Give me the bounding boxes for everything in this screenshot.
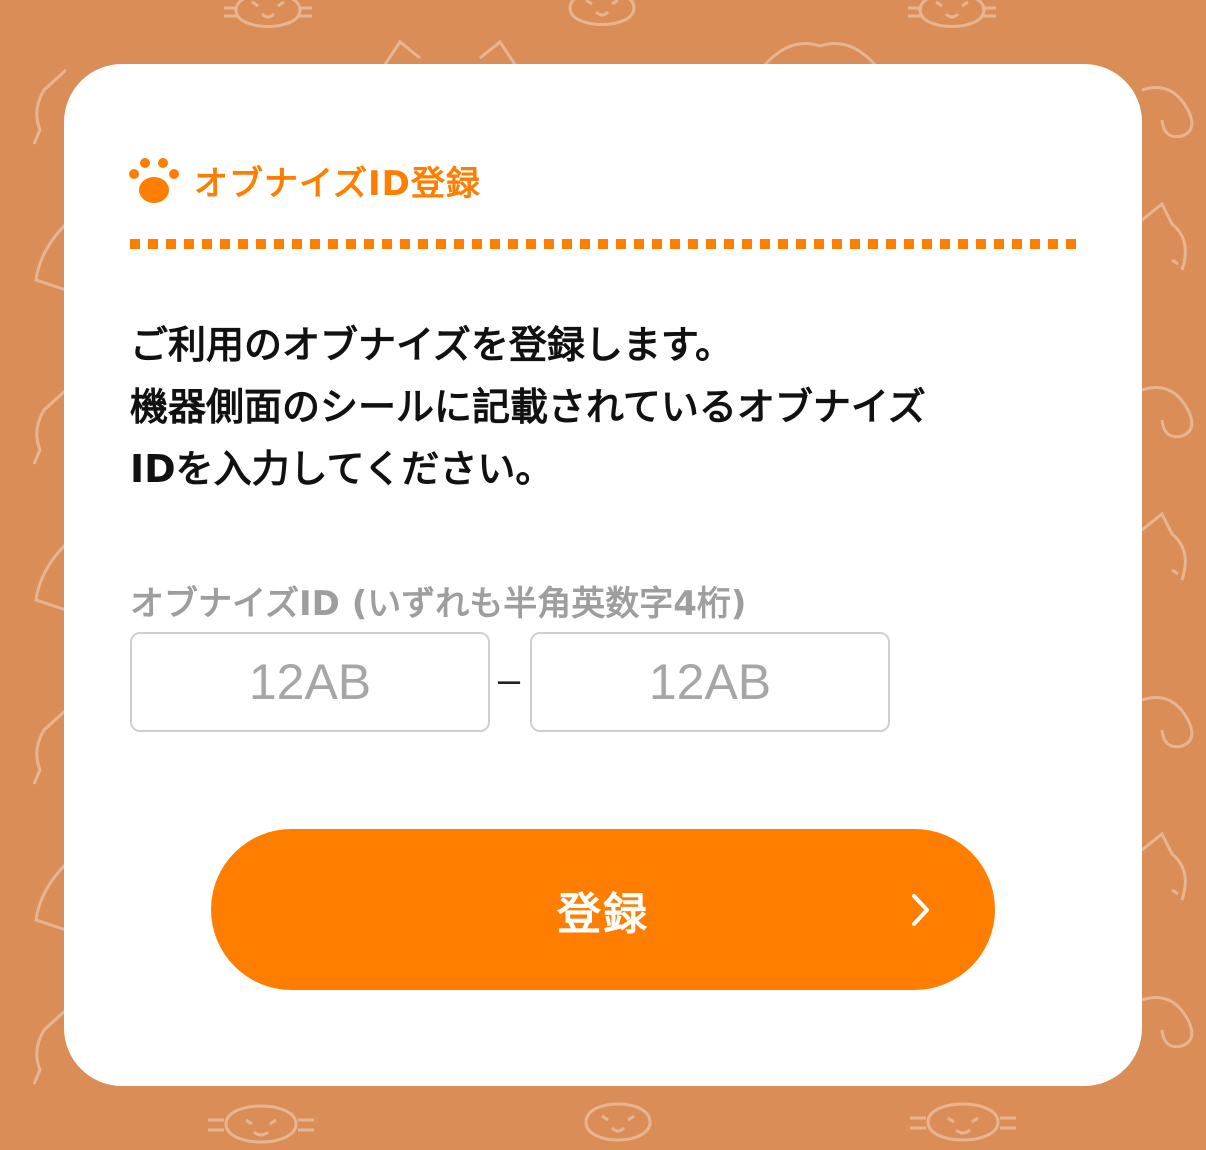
- dog-face-icon: [34, 542, 66, 612]
- register-button[interactable]: 登録: [211, 829, 995, 990]
- dotted-divider: [130, 239, 1080, 249]
- dog-face-icon: [1142, 996, 1194, 1049]
- cat-face-icon: [1142, 831, 1187, 901]
- cat-face-icon: [32, 708, 66, 785]
- paw-icon: [129, 158, 179, 203]
- dog-face-icon: [34, 222, 66, 292]
- id-field-label: オブナイズID (いずれも半角英数字4桁): [130, 584, 747, 624]
- cat-face-icon: [910, 1102, 1016, 1142]
- cat-face-icon: [568, 0, 636, 26]
- dog-face-icon: [34, 862, 66, 932]
- description-line: ご利用のオブナイズを登録します。: [130, 323, 734, 367]
- cat-face-icon: [32, 68, 66, 145]
- cat-face-icon: [32, 1008, 66, 1085]
- id-input-second[interactable]: [530, 632, 890, 732]
- page-title: オブナイズID登録: [194, 163, 481, 204]
- dog-face-icon: [762, 42, 878, 66]
- description-line: 機器側面のシールに記載されているオブナイズ: [130, 385, 926, 429]
- registration-card: オブナイズID登録 ご利用のオブナイズを登録します。 機器側面のシールに記載され…: [64, 64, 1142, 1086]
- id-input-first[interactable]: [130, 632, 490, 732]
- dog-face-icon: [1142, 386, 1194, 439]
- cat-face-icon: [908, 0, 996, 28]
- cat-face-icon: [1142, 201, 1187, 271]
- cat-face-icon: [224, 0, 312, 28]
- cat-face-icon: [1142, 511, 1187, 581]
- card-header: オブナイズID登録: [128, 156, 481, 204]
- cat-face-icon: [32, 388, 66, 465]
- dog-face-icon: [1142, 86, 1194, 139]
- cat-face-icon: [584, 1102, 652, 1142]
- description-text: ご利用のオブナイズを登録します。 機器側面のシールに記載されているオブナイズ I…: [130, 314, 1090, 500]
- dog-face-icon: [1142, 696, 1194, 749]
- chevron-right-icon: [912, 893, 929, 926]
- cat-face-icon: [208, 1104, 314, 1144]
- cat-face-icon: [382, 39, 518, 66]
- id-separator: –: [497, 658, 521, 702]
- register-button-label: 登録: [557, 888, 649, 940]
- description-line: IDを入力してください。: [130, 447, 554, 491]
